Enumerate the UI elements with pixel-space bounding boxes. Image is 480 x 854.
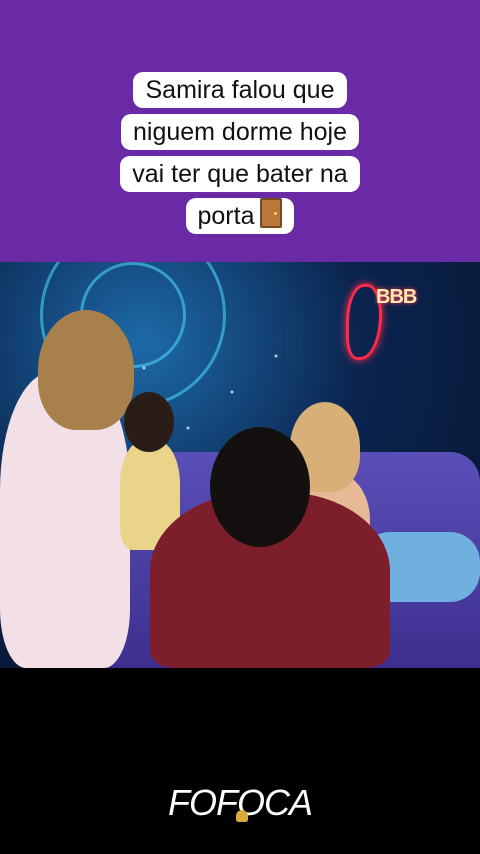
caption-line-4-text: porta: [197, 202, 255, 230]
person-front-head: [210, 427, 310, 547]
bell-icon: [236, 810, 248, 822]
person-left-head: [38, 310, 134, 430]
person-back-head: [124, 392, 174, 452]
footer-area: FOFOCA: [0, 668, 480, 854]
channel-logo: BBB: [376, 286, 417, 308]
video-frame[interactable]: BBB: [0, 262, 480, 668]
caption-area: Samira falou que niguem dorme hoje vai t…: [0, 0, 480, 262]
caption-line-4: porta: [185, 198, 295, 234]
caption-line-1: Samira falou que: [133, 72, 347, 108]
caption-text: Samira falou que niguem dorme hoje vai t…: [0, 72, 480, 240]
caption-line-2: niguem dorme hoje: [120, 114, 359, 150]
caption-line-3: vai ter que bater na: [120, 156, 360, 192]
door-icon: [260, 198, 283, 228]
